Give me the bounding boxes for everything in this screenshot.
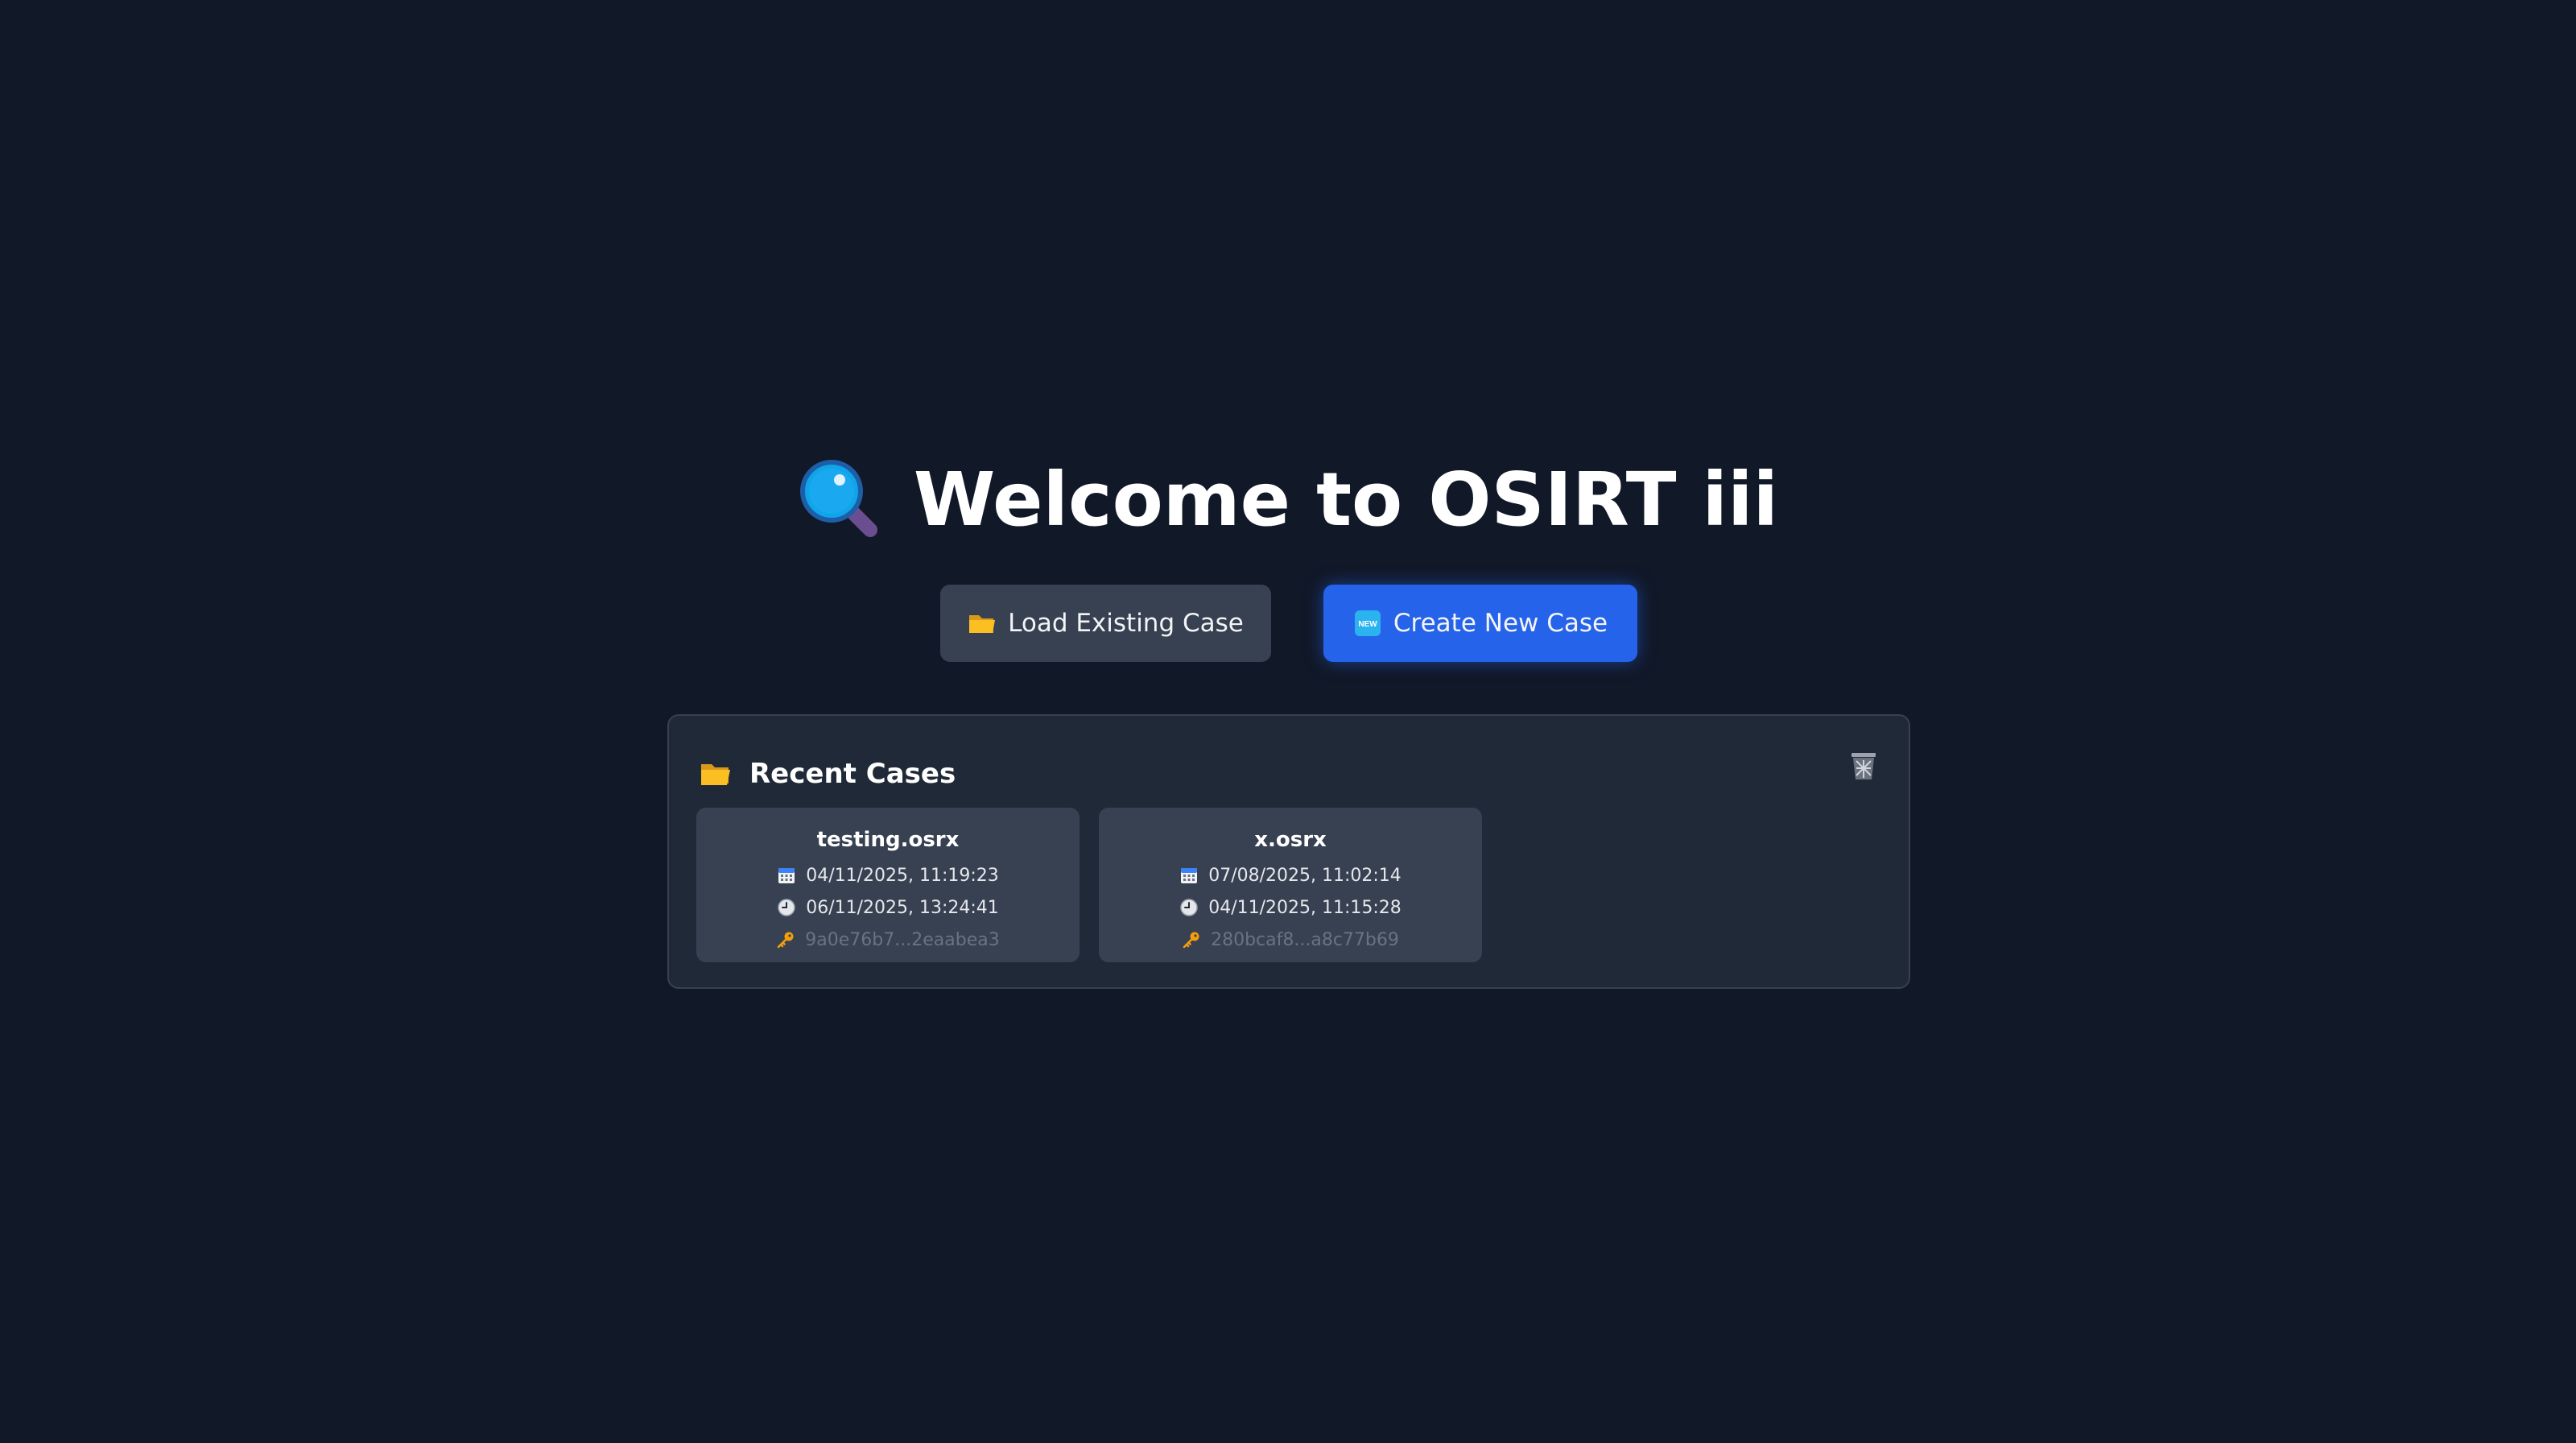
- clock-icon: [1180, 899, 1198, 916]
- create-new-case-label: Create New Case: [1393, 609, 1608, 638]
- load-existing-case-button[interactable]: Load Existing Case: [940, 585, 1271, 662]
- page-title: Welcome to OSIRT iii: [913, 456, 1779, 543]
- case-modified-date: 04/11/2025, 11:15:28: [1179, 891, 1402, 924]
- welcome-header: Welcome to OSIRT iii: [0, 451, 2576, 548]
- case-file-name: x.osrx: [1254, 828, 1327, 852]
- case-modified-date: 06/11/2025, 13:24:41: [777, 891, 999, 924]
- recent-case-card[interactable]: testing.osrx 04/11/2025, 11:19:23 06/11/…: [696, 808, 1080, 962]
- calendar-icon: [1181, 868, 1198, 883]
- wastebasket-icon[interactable]: [1849, 750, 1878, 782]
- recent-cases-title: Recent Cases: [749, 758, 956, 790]
- case-created-date: 04/11/2025, 11:19:23: [777, 859, 999, 891]
- clock-icon: [778, 899, 795, 916]
- welcome-screen: Welcome to OSIRT iii Load Existing Case …: [0, 0, 2576, 1443]
- folder-icon: [701, 764, 730, 785]
- case-hash: 9a0e76b7...2eaabea3: [776, 924, 1000, 956]
- folder-icon: [969, 615, 996, 633]
- key-icon: [777, 932, 794, 949]
- load-existing-case-label: Load Existing Case: [1008, 609, 1244, 638]
- key-icon: [1183, 932, 1199, 949]
- case-hash: 280bcaf8...a8c77b69: [1182, 924, 1399, 956]
- calendar-icon: [778, 868, 795, 883]
- svg-text:NEW: NEW: [1358, 620, 1377, 629]
- magnifier-icon: [799, 460, 877, 537]
- recent-case-card[interactable]: x.osrx 07/08/2025, 11:02:14 04/11/2025, …: [1099, 808, 1482, 962]
- recent-cases-header: Recent Cases: [700, 755, 956, 793]
- recent-cases-panel: Recent Cases testing.osrx 04/11/2025, 11…: [667, 714, 1910, 989]
- case-created-date: 07/08/2025, 11:02:14: [1179, 859, 1402, 891]
- case-file-name: testing.osrx: [816, 828, 960, 852]
- recent-cases-list: testing.osrx 04/11/2025, 11:19:23 06/11/…: [696, 808, 1482, 962]
- new-badge-icon: NEW: [1354, 610, 1381, 636]
- create-new-case-button[interactable]: NEW Create New Case: [1323, 585, 1637, 662]
